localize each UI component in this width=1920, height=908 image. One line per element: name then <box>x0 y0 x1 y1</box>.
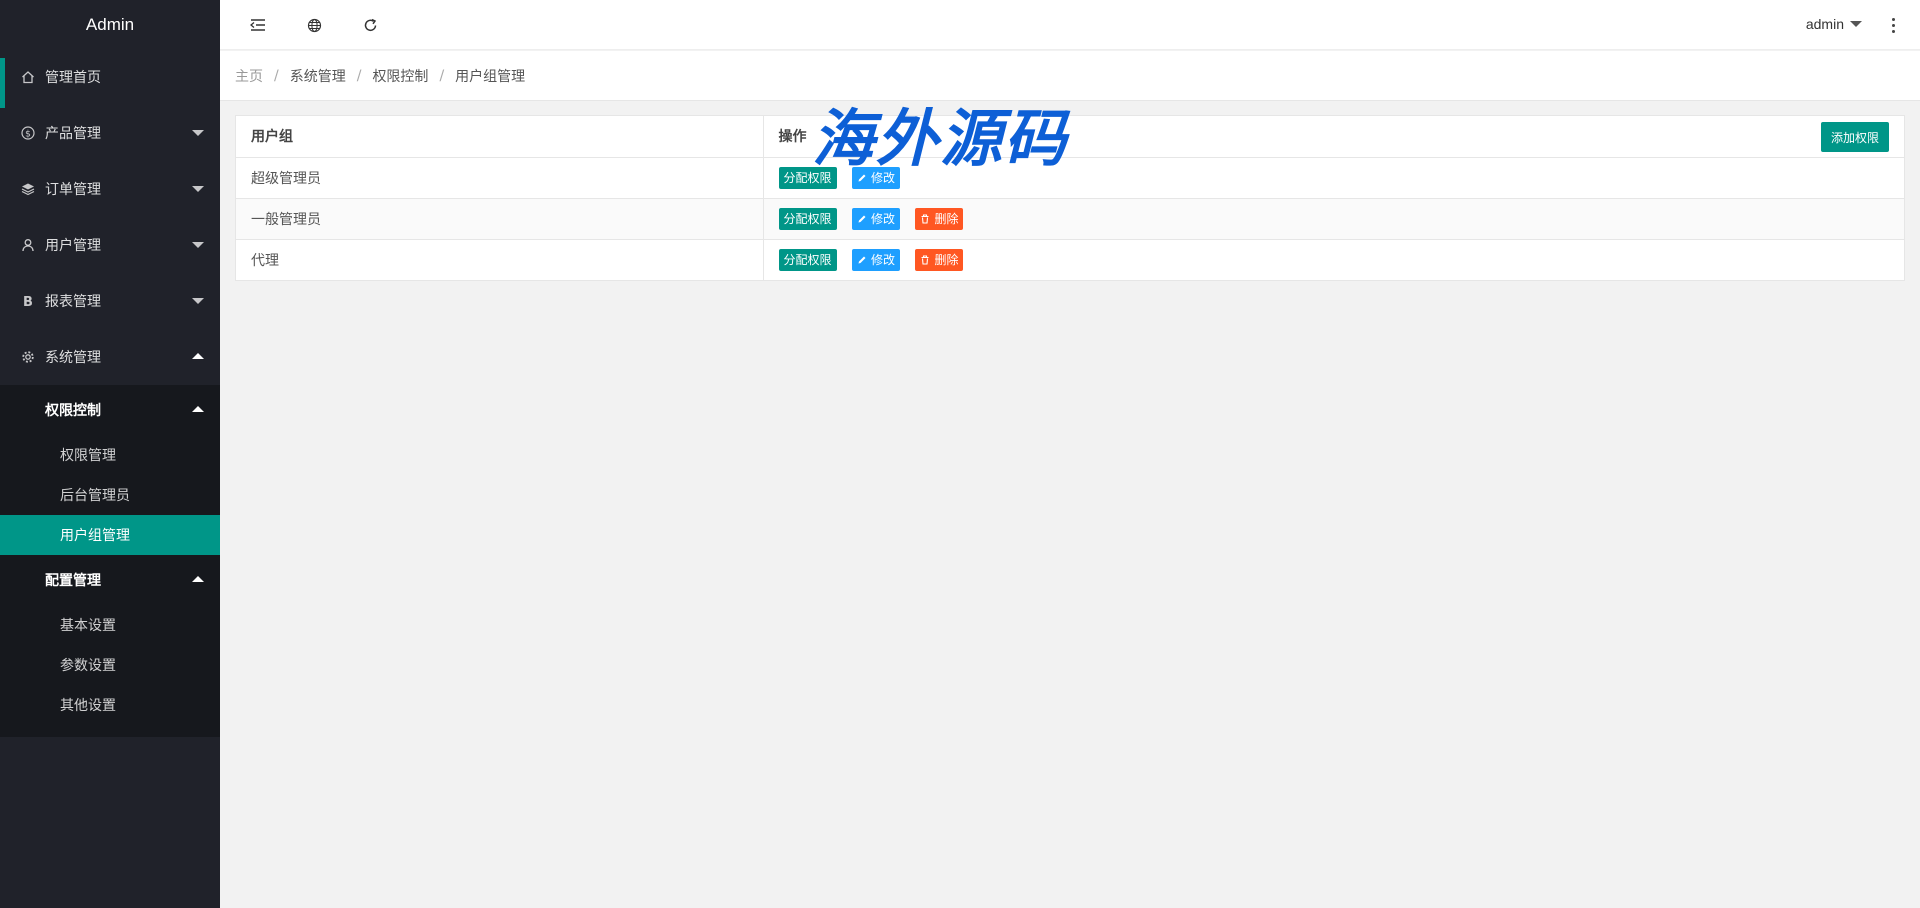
pencil-icon <box>857 214 867 224</box>
submenu-item-other-settings[interactable]: 其他设置 <box>0 685 220 725</box>
chevron-down-icon <box>192 130 204 136</box>
submenu-item-permission-manage[interactable]: 权限管理 <box>0 435 220 475</box>
chevron-up-icon <box>192 576 204 582</box>
refresh-icon[interactable] <box>360 15 380 35</box>
chevron-down-icon <box>192 186 204 192</box>
sidebar-item-label: 管理首页 <box>45 70 101 86</box>
breadcrumb-system[interactable]: 系统管理 <box>290 66 346 86</box>
trash-icon <box>920 255 930 265</box>
add-permission-button[interactable]: 添加权限 <box>1820 122 1889 152</box>
sidebar-item-label: 用户管理 <box>45 238 101 254</box>
sidebar-item-products[interactable]: $ 产品管理 <box>0 105 220 161</box>
actions-cell: 分配权限 修改 删除 <box>763 239 1904 280</box>
trash-icon <box>920 213 930 224</box>
breadcrumb-home[interactable]: 主页 <box>235 66 263 86</box>
sidebar-item-home[interactable]: 管理首页 <box>0 49 220 108</box>
submenu-item-usergroups[interactable]: 用户组管理 <box>0 515 220 555</box>
group-name-cell: 一般管理员 <box>236 198 764 240</box>
sidebar: Admin 管理首页 $ 产品管理 订单管理 用户管理 B 报表管理 系统管理 … <box>0 0 220 908</box>
home-icon <box>20 69 36 85</box>
table-row: 一般管理员 分配权限 修改 删除 <box>236 198 1904 240</box>
user-icon <box>20 237 36 253</box>
assign-permission-button[interactable]: 分配权限 <box>778 248 837 271</box>
chevron-down-icon <box>192 242 204 248</box>
globe-icon[interactable] <box>304 15 324 35</box>
group-name-cell: 超级管理员 <box>236 157 764 199</box>
actions-cell: 分配权限 修改 删除 <box>763 198 1904 240</box>
chevron-up-icon <box>192 406 204 412</box>
more-vertical-icon[interactable] <box>1888 14 1898 36</box>
chevron-down-icon <box>192 298 204 304</box>
edit-button[interactable]: 修改 <box>851 207 900 230</box>
chevron-up-icon <box>192 353 204 359</box>
delete-button[interactable]: 删除 <box>915 207 964 230</box>
column-header-group: 用户组 <box>236 116 764 158</box>
table-header-row: 用户组 操作 添加权限 <box>236 116 1904 158</box>
layers-icon <box>20 181 36 197</box>
username: admin <box>1805 16 1844 32</box>
chevron-down-icon <box>1850 21 1862 27</box>
breadcrumb-permission[interactable]: 权限控制 <box>372 66 428 86</box>
sidebar-item-reports[interactable]: B 报表管理 <box>0 273 220 329</box>
pencil-icon <box>857 255 867 265</box>
usergroup-table-card: 用户组 操作 添加权限 超级管理员 分配权限 修改 一般管理员 分配权限 修改 … <box>235 115 1905 281</box>
submenu-item-basic-settings[interactable]: 基本设置 <box>0 605 220 645</box>
table-row: 超级管理员 分配权限 修改 <box>236 157 1904 199</box>
sidebar-item-orders[interactable]: 订单管理 <box>0 161 220 217</box>
breadcrumb-current: 用户组管理 <box>455 68 526 85</box>
table-row: 代理 分配权限 修改 删除 <box>236 239 1904 280</box>
dollar-icon: $ <box>20 125 36 141</box>
sidebar-item-users[interactable]: 用户管理 <box>0 217 220 273</box>
app-logo[interactable]: Admin <box>0 0 220 49</box>
watermark: 海外源码 <box>812 102 1069 175</box>
sidebar-item-label: 产品管理 <box>45 126 101 142</box>
edit-button[interactable]: 修改 <box>851 248 900 271</box>
submenu-item-admins[interactable]: 后台管理员 <box>0 475 220 515</box>
assign-permission-button[interactable]: 分配权限 <box>778 207 837 230</box>
system-submenu: 权限控制 权限管理 后台管理员 用户组管理 配置管理 基本设置 参数设置 其他设… <box>0 385 220 737</box>
top-header: admin <box>220 0 1920 50</box>
submenu-group-permission[interactable]: 权限控制 <box>0 385 220 435</box>
sidebar-item-system[interactable]: 系统管理 <box>0 329 220 385</box>
submenu-item-param-settings[interactable]: 参数设置 <box>0 645 220 685</box>
usergroup-table: 用户组 操作 添加权限 超级管理员 分配权限 修改 一般管理员 分配权限 修改 … <box>236 116 1904 280</box>
svg-text:B: B <box>23 295 33 308</box>
b-letter-icon: B <box>20 293 36 309</box>
user-menu[interactable]: admin <box>1806 16 1862 32</box>
gear-icon <box>20 349 36 365</box>
breadcrumb: 主页 / 系统管理 / 权限控制 / 用户组管理 <box>220 51 1920 101</box>
sidebar-item-label: 系统管理 <box>45 350 101 366</box>
sidebar-item-label: 订单管理 <box>45 182 101 198</box>
group-name-cell: 代理 <box>236 239 764 280</box>
menu-collapse-icon[interactable] <box>248 15 268 35</box>
delete-button[interactable]: 删除 <box>915 248 964 271</box>
submenu-group-config[interactable]: 配置管理 <box>0 555 220 605</box>
sidebar-item-label: 报表管理 <box>45 294 101 310</box>
svg-text:$: $ <box>25 130 31 140</box>
